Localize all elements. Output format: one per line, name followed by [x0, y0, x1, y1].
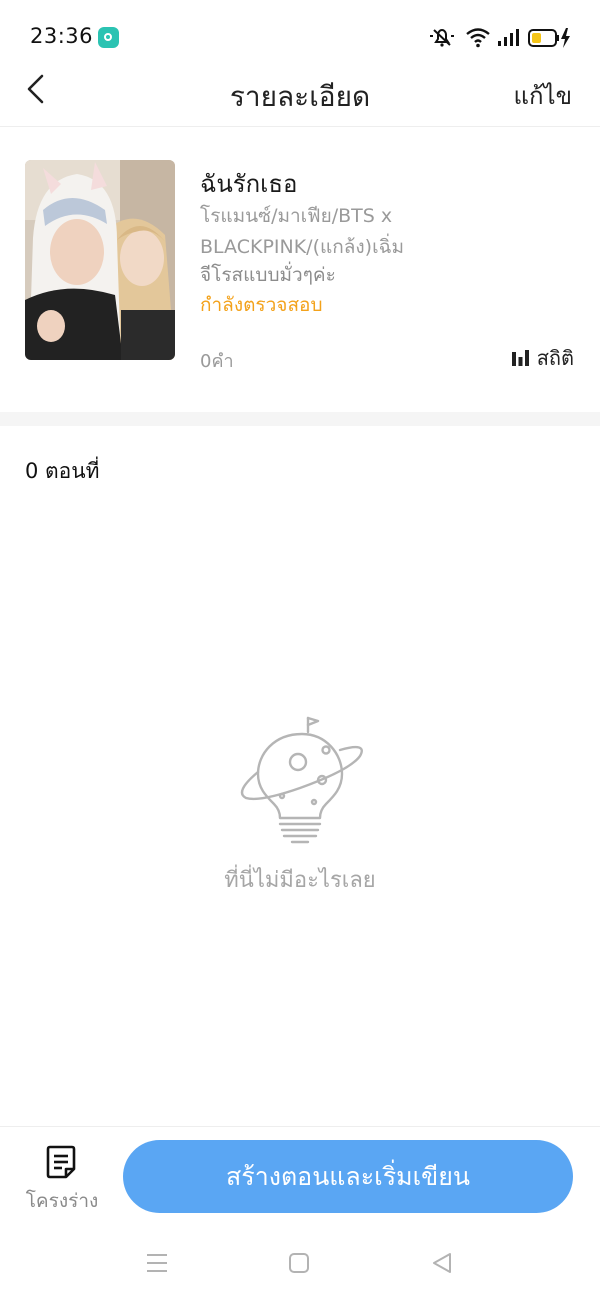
divider — [0, 1126, 600, 1127]
draft-document-icon — [46, 1145, 76, 1179]
edit-button[interactable]: แก้ไข — [514, 76, 572, 115]
menu-icon[interactable] — [145, 1252, 169, 1274]
book-status: กำลังตรวจสอบ — [200, 294, 323, 316]
book-cover-image[interactable] — [25, 160, 175, 360]
mute-icon — [430, 28, 454, 47]
planet-lightbulb-icon — [240, 716, 363, 844]
status-bar: 23:36 — [0, 0, 600, 70]
book-genre: โรแมนซ์/มาเฟีย/BTS x BLACKPINK/(แกล้ง)เฉ… — [200, 205, 405, 258]
draft-button[interactable]: โครงร่าง — [18, 1140, 106, 1220]
empty-state-message: ที่นี่ไม่มีอะไรเลย — [224, 868, 376, 893]
draft-label: โครงร่าง — [25, 1190, 99, 1212]
back-triangle-icon[interactable] — [430, 1251, 454, 1275]
chapter-count: 0 ตอนที่ — [25, 459, 100, 483]
wifi-icon — [466, 28, 490, 48]
stats-button[interactable]: สถิติ — [511, 345, 574, 371]
home-icon[interactable] — [288, 1252, 310, 1274]
book-title: ฉันรักเธอ — [200, 170, 298, 198]
signal-icon — [498, 29, 519, 46]
create-chapter-button[interactable]: สร้างตอนและเริ่มเขียน — [123, 1140, 573, 1213]
bar-chart-icon — [511, 350, 529, 366]
section-divider — [0, 412, 600, 426]
app-notification-icon — [98, 27, 119, 48]
cover-photo — [25, 160, 175, 360]
word-count: 0คำ — [200, 351, 234, 372]
status-time: 23:36 — [30, 24, 94, 48]
stats-label: สถิติ — [536, 346, 574, 370]
divider — [0, 126, 600, 127]
battery-charging-icon — [528, 28, 570, 48]
page-title: รายละเอียด — [229, 80, 371, 113]
book-description: จีโรสแบบมั่วๆค่ะ — [200, 264, 336, 286]
